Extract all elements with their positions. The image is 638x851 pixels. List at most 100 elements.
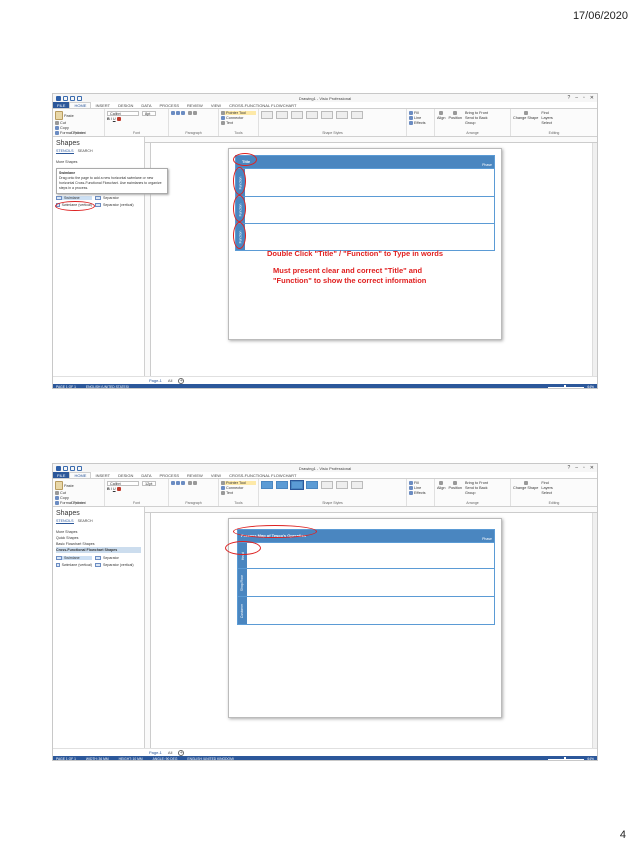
bullets-icon[interactable] xyxy=(188,111,192,115)
align-left-icon[interactable] xyxy=(171,111,175,115)
style-swatch[interactable] xyxy=(321,481,333,489)
style-swatch[interactable] xyxy=(276,111,288,119)
tab-home[interactable]: HOME xyxy=(69,472,92,478)
restore-icon[interactable]: ▫ xyxy=(583,95,585,101)
send-to-back-button[interactable]: Send to Back xyxy=(465,486,488,490)
tab-view[interactable]: VIEW xyxy=(207,472,225,478)
tab-review[interactable]: REVIEW xyxy=(183,102,207,108)
position-button[interactable]: Position xyxy=(448,111,462,125)
bring-to-front-button[interactable]: Bring to Front xyxy=(465,111,488,115)
change-shape-button[interactable]: Change Shape xyxy=(513,111,538,125)
indent-icon[interactable] xyxy=(193,481,197,485)
tab-home[interactable]: HOME xyxy=(69,102,92,108)
effects-button[interactable]: Effects xyxy=(409,121,432,125)
tab-design[interactable]: DESIGN xyxy=(114,472,137,478)
vertical-scrollbar[interactable] xyxy=(592,513,597,748)
bullets-icon[interactable] xyxy=(188,481,192,485)
tab-file[interactable]: FILE xyxy=(53,472,70,478)
cut-button[interactable]: Cut xyxy=(55,491,85,495)
stencil-swimlane[interactable]: Swimlane xyxy=(56,196,92,200)
style-swatch[interactable] xyxy=(306,111,318,119)
cross-functional-flowchart[interactable]: Title Phase Function Function Function xyxy=(235,155,495,251)
tab-stencils[interactable]: STENCILS xyxy=(56,519,74,524)
group-button[interactable]: Group xyxy=(465,491,488,495)
italic-button[interactable]: I xyxy=(111,487,112,491)
font-size-select[interactable]: 8pt xyxy=(142,111,156,116)
status-page[interactable]: PAGE 1 OF 1 xyxy=(56,757,76,760)
bold-button[interactable]: B xyxy=(107,487,110,491)
align-right-icon[interactable] xyxy=(181,481,185,485)
fill-button[interactable]: Fill xyxy=(409,111,432,115)
tab-insert[interactable]: INSERT xyxy=(91,102,114,108)
bold-button[interactable]: B xyxy=(107,117,110,121)
all-pages-tab[interactable]: All xyxy=(168,750,172,755)
fill-button[interactable]: Fill xyxy=(409,481,432,485)
help-icon[interactable]: ? xyxy=(567,465,570,471)
style-swatch[interactable] xyxy=(351,111,363,119)
copy-button[interactable]: Copy xyxy=(55,126,85,130)
style-swatch[interactable] xyxy=(351,481,363,489)
pointer-tool-button[interactable]: Pointer Tool xyxy=(221,111,256,115)
bring-to-front-button[interactable]: Bring to Front xyxy=(465,481,488,485)
tab-data[interactable]: DATA xyxy=(137,102,155,108)
lane-label[interactable]: Head xyxy=(238,543,247,568)
zoom-slider[interactable] xyxy=(548,756,585,760)
font-color-icon[interactable] xyxy=(116,117,121,121)
send-to-back-button[interactable]: Send to Back xyxy=(465,116,488,120)
find-button[interactable]: Find xyxy=(541,111,552,115)
vertical-scrollbar[interactable] xyxy=(592,143,597,376)
lane-label[interactable]: Shop Floor xyxy=(238,569,247,596)
underline-button[interactable]: U xyxy=(113,117,116,121)
stencil-separator[interactable]: Separator xyxy=(95,556,135,560)
page-tab[interactable]: Page-1 xyxy=(149,378,162,383)
flowchart-title[interactable]: Process Map of Tesco's Operation xyxy=(241,533,306,538)
underline-button[interactable]: U xyxy=(113,487,116,491)
stencil-swimlane-vertical[interactable]: Swimlane (vertical) xyxy=(56,563,92,567)
line-button[interactable]: Line xyxy=(409,116,432,120)
cut-button[interactable]: Cut xyxy=(55,121,85,125)
restore-icon[interactable]: ▫ xyxy=(583,465,585,471)
swimlane-row[interactable]: Shop Floor xyxy=(238,568,494,596)
tab-insert[interactable]: INSERT xyxy=(91,472,114,478)
tab-stencils[interactable]: STENCILS xyxy=(56,149,74,154)
align-center-icon[interactable] xyxy=(176,111,180,115)
style-swatch[interactable] xyxy=(261,481,273,489)
tab-design[interactable]: DESIGN xyxy=(114,102,137,108)
page-tab[interactable]: Page-1 xyxy=(149,750,162,755)
swimlane-row[interactable]: Customer xyxy=(238,596,494,624)
tab-search[interactable]: SEARCH xyxy=(78,149,93,154)
align-left-icon[interactable] xyxy=(171,481,175,485)
change-shape-button[interactable]: Change Shape xyxy=(513,481,538,495)
lane-label[interactable]: Function xyxy=(236,224,245,250)
add-page-icon[interactable]: + xyxy=(178,749,185,756)
tab-process[interactable]: PROCESS xyxy=(155,102,183,108)
style-swatch[interactable] xyxy=(276,481,288,489)
lane-label[interactable]: Function xyxy=(236,169,245,196)
swimlane-row[interactable]: Function xyxy=(236,168,494,196)
minimize-icon[interactable]: – xyxy=(575,465,578,471)
tab-file[interactable]: FILE xyxy=(53,102,70,108)
group-button[interactable]: Group xyxy=(465,121,488,125)
style-swatch[interactable] xyxy=(321,111,333,119)
tab-cross-functional-flowchart[interactable]: CROSS-FUNCTIONAL FLOWCHART xyxy=(225,472,300,478)
align-button[interactable]: Align xyxy=(437,111,445,125)
select-button[interactable]: Select xyxy=(541,121,552,125)
stencil-separator-vertical[interactable]: Separator (vertical) xyxy=(95,563,135,567)
style-swatch[interactable] xyxy=(336,111,348,119)
tab-review[interactable]: REVIEW xyxy=(183,472,207,478)
cross-functional-flowchart[interactable]: Process Map of Tesco's Operation Phase H… xyxy=(237,529,495,625)
help-icon[interactable]: ? xyxy=(567,95,570,101)
find-button[interactable]: Find xyxy=(541,481,552,485)
status-language[interactable]: ENGLISH (UNITED STATES) xyxy=(86,385,129,388)
position-button[interactable]: Position xyxy=(448,481,462,495)
tab-cross-functional-flowchart[interactable]: CROSS-FUNCTIONAL FLOWCHART xyxy=(225,102,300,108)
italic-button[interactable]: I xyxy=(111,117,112,121)
layers-button[interactable]: Layers xyxy=(541,486,552,490)
copy-button[interactable]: Copy xyxy=(55,496,85,500)
stencil-separator[interactable]: Separator xyxy=(95,196,135,200)
stencil-separator-vertical[interactable]: Separator (vertical) xyxy=(95,203,135,207)
style-swatch[interactable] xyxy=(306,481,318,489)
swimlane-row[interactable]: Function xyxy=(236,223,494,250)
font-size-select[interactable]: 12pt xyxy=(142,481,156,486)
flowchart-title[interactable]: Title xyxy=(242,159,250,164)
